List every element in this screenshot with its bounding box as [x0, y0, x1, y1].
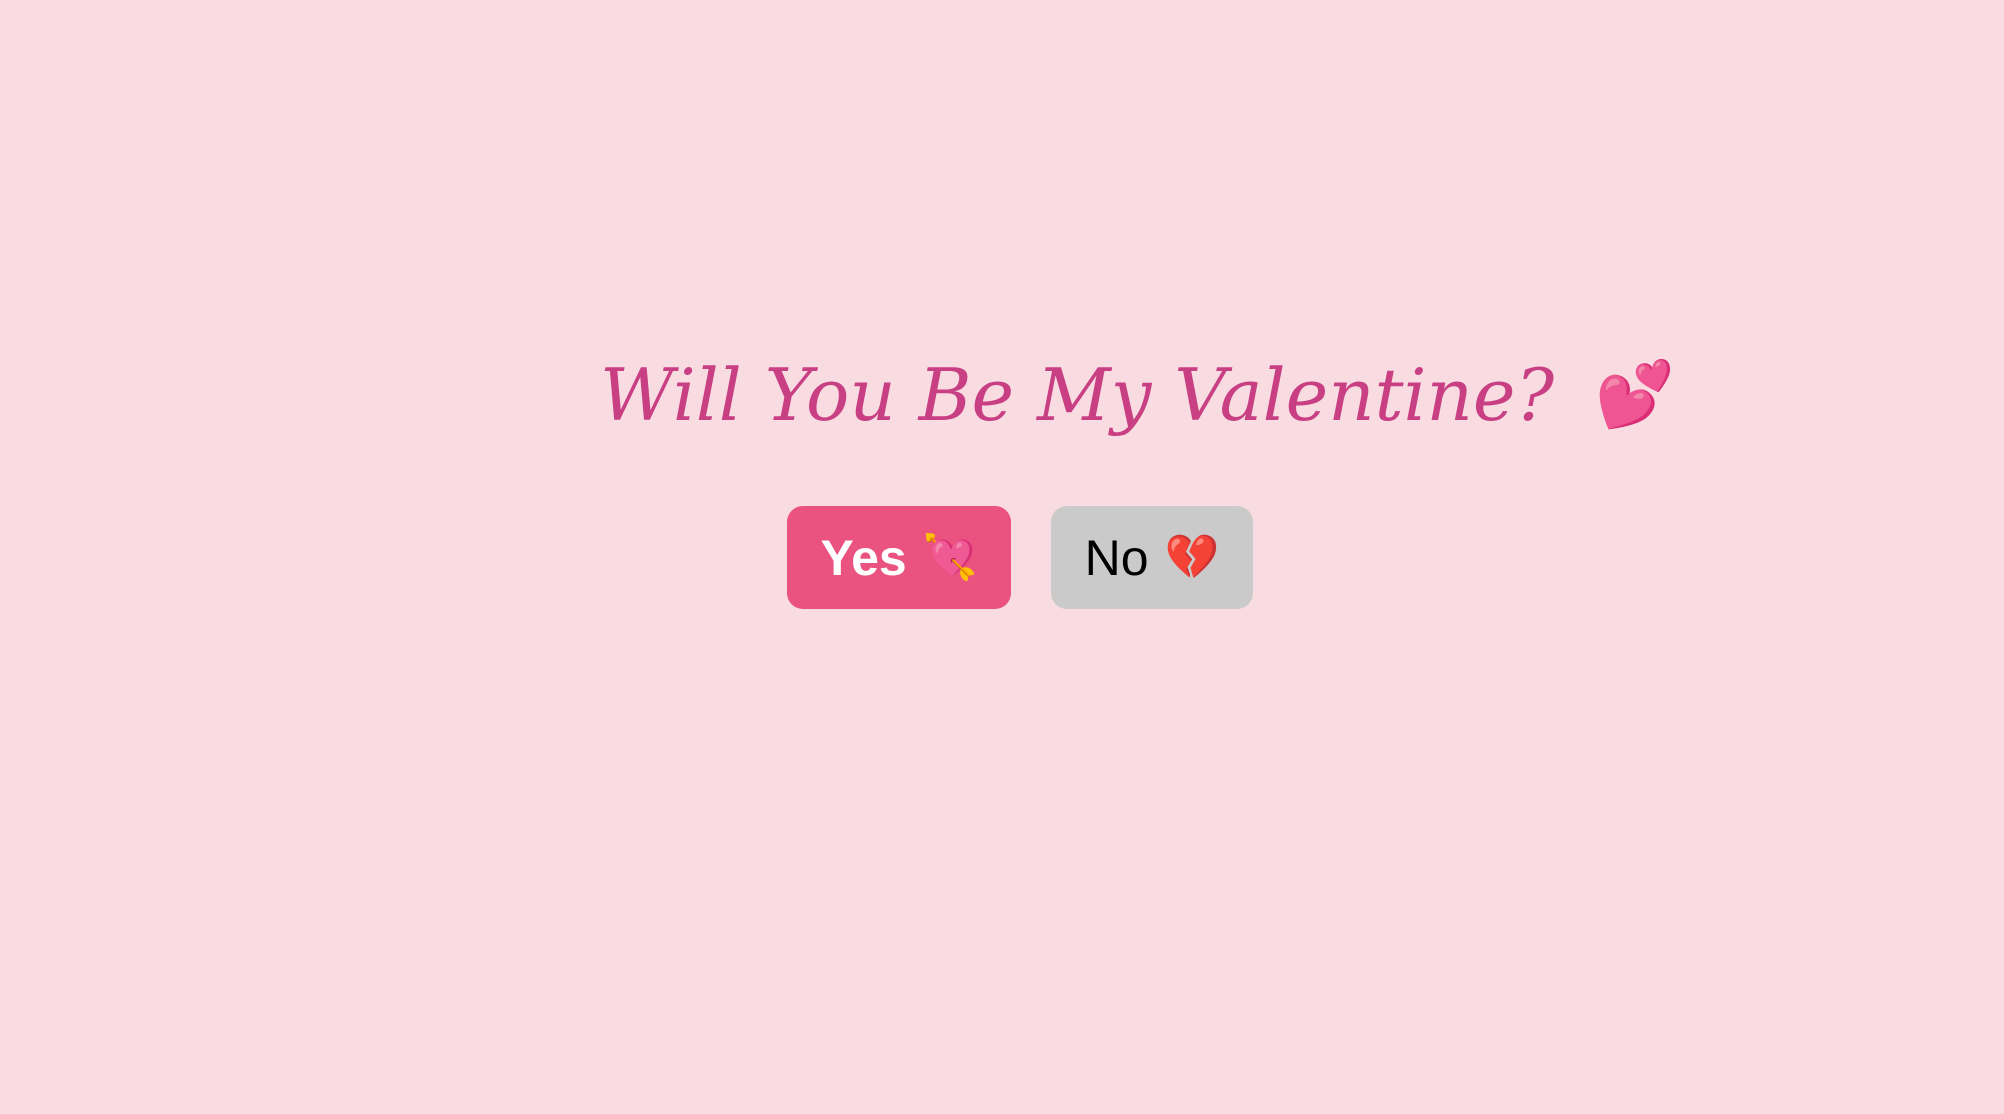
- two-hearts-icon: 💕: [1595, 358, 1675, 432]
- yes-button[interactable]: Yes 💘: [787, 506, 1011, 609]
- valentine-question: Will You Be My Valentine? 💕: [600, 330, 1675, 460]
- no-button-label: No: [1084, 529, 1149, 586]
- valentine-page: Will You Be My Valentine? 💕 Yes 💘 No 💔: [0, 0, 2004, 1114]
- question-text: Will You Be My Valentine?: [600, 353, 1555, 437]
- heart-with-arrow-icon: 💘: [922, 531, 978, 583]
- yes-button-label: Yes: [820, 529, 907, 586]
- broken-heart-icon: 💔: [1164, 531, 1220, 583]
- no-button[interactable]: No 💔: [1051, 506, 1253, 609]
